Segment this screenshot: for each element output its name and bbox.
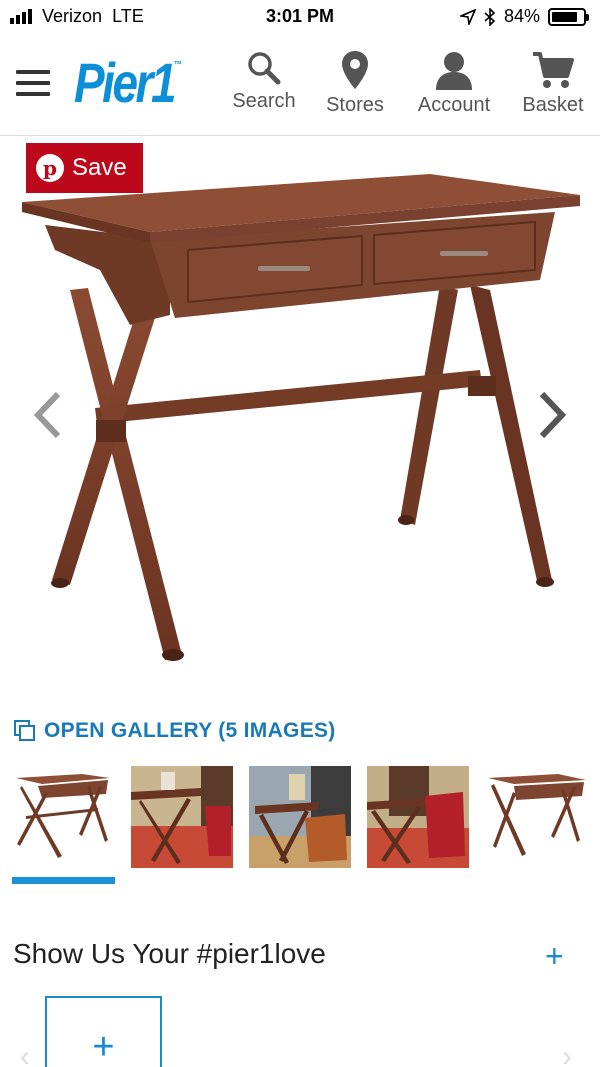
location-arrow-icon xyxy=(459,8,476,25)
nav-search[interactable]: Search xyxy=(230,50,298,113)
location-pin-icon xyxy=(342,51,368,89)
battery-percent: 84% xyxy=(503,6,540,26)
battery-fill xyxy=(552,11,578,22)
nav-basket[interactable]: Basket xyxy=(520,50,586,117)
previous-image-arrow-icon[interactable] xyxy=(32,390,64,440)
user-icon xyxy=(436,52,472,90)
ugc-next-chevron-icon[interactable]: › xyxy=(562,1040,572,1067)
ugc-prev-chevron-icon[interactable]: ‹ xyxy=(20,1040,30,1067)
selected-thumbnail-indicator xyxy=(12,877,115,884)
search-icon xyxy=(248,52,281,85)
battery-icon xyxy=(548,7,589,26)
menu-icon[interactable] xyxy=(16,70,50,96)
ugc-section-title: Show Us Your #pier1love xyxy=(13,938,326,969)
pinterest-save-button[interactable]: p Save xyxy=(26,143,143,193)
bluetooth-icon xyxy=(484,7,496,26)
expand-section-button[interactable]: + xyxy=(545,940,564,972)
status-bar: Verizon LTE 3:01 PM 84% xyxy=(0,0,600,34)
open-gallery-link[interactable]: OPEN GALLERY (5 IMAGES) xyxy=(14,719,336,743)
thumbnail-1[interactable] xyxy=(12,766,114,868)
gallery-icon xyxy=(14,720,35,741)
gallery-link-label: OPEN GALLERY (5 IMAGES) xyxy=(44,719,336,742)
next-image-arrow-icon[interactable] xyxy=(536,390,568,440)
pier1-logo[interactable]: Pier1™ xyxy=(74,50,182,115)
add-photo-button[interactable]: + xyxy=(45,996,162,1067)
thumbnail-5[interactable] xyxy=(486,766,588,868)
nav-account[interactable]: Account xyxy=(413,50,495,117)
nav-label: Search xyxy=(232,90,296,112)
cart-icon xyxy=(533,52,574,88)
thumbnail-2[interactable] xyxy=(131,766,233,868)
save-label: Save xyxy=(72,154,127,181)
site-header: Pier1™ Search Stores Account Basket xyxy=(0,34,600,136)
nav-stores[interactable]: Stores xyxy=(322,50,388,117)
pinterest-icon: p xyxy=(36,154,64,182)
thumbnail-4[interactable] xyxy=(367,766,469,868)
product-image[interactable] xyxy=(0,140,600,680)
thumbnail-strip xyxy=(12,766,588,876)
thumbnail-3[interactable] xyxy=(249,766,351,868)
nav-label: Account xyxy=(417,94,491,116)
nav-label: Basket xyxy=(522,94,584,116)
nav-label: Stores xyxy=(326,94,384,116)
